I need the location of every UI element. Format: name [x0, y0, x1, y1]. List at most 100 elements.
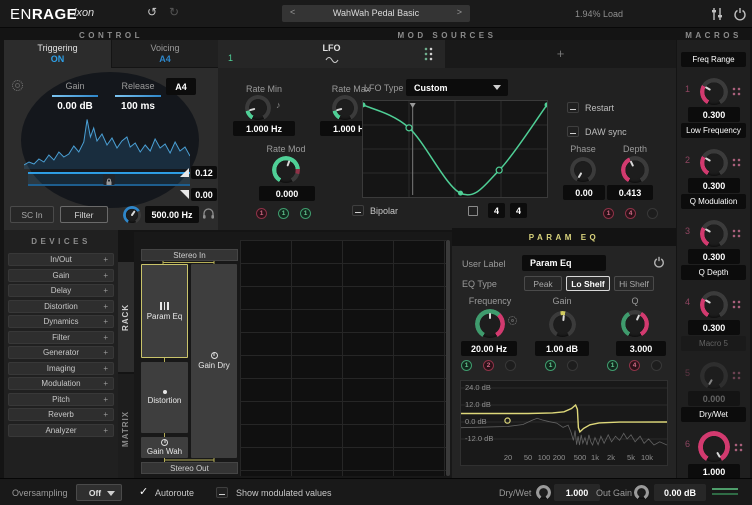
- q-knob[interactable]: [622, 311, 648, 337]
- device-category[interactable]: Pitch+: [8, 393, 114, 406]
- rate-mod-value[interactable]: 0.000: [259, 186, 315, 201]
- user-label-field[interactable]: Param Eq: [522, 255, 606, 271]
- stereo-out-node[interactable]: Stereo Out: [141, 462, 238, 474]
- threshold-marker-high[interactable]: [180, 168, 189, 177]
- frequency-value[interactable]: 20.00 Hz: [461, 341, 517, 356]
- rate-max-knob[interactable]: [333, 96, 357, 120]
- macro-value[interactable]: 0.300: [688, 107, 740, 122]
- device-category[interactable]: Dynamics+: [8, 315, 114, 328]
- macro-knob[interactable]: [701, 292, 727, 318]
- lfo-point[interactable]: [406, 125, 412, 131]
- mod-slot-empty[interactable]: [505, 360, 516, 371]
- filter-freq-value[interactable]: 500.00 Hz: [145, 206, 199, 223]
- q-value[interactable]: 3.000: [616, 341, 666, 356]
- outgain-value[interactable]: 0.00 dB: [654, 484, 706, 501]
- settings-sliders-icon[interactable]: [710, 7, 724, 21]
- lfo-point[interactable]: [458, 191, 463, 196]
- device-category[interactable]: Imaging+: [8, 362, 114, 375]
- macro-value[interactable]: 0.000: [688, 391, 740, 406]
- mod-slot[interactable]: 1: [278, 208, 289, 219]
- macro-knob[interactable]: [701, 363, 727, 389]
- macro-value[interactable]: 1.000: [688, 464, 740, 479]
- depth-knob[interactable]: [622, 157, 648, 183]
- drywet-mini-knob[interactable]: [537, 486, 550, 499]
- macro-label[interactable]: Low Frequency: [681, 123, 746, 138]
- device-category[interactable]: In/Out+: [8, 253, 114, 266]
- grid-x-value[interactable]: 4: [488, 203, 505, 218]
- tab-triggering[interactable]: Triggering ON: [4, 40, 111, 68]
- redo-icon[interactable]: ↻: [169, 5, 179, 19]
- eq-gain-value[interactable]: 1.00 dB: [535, 341, 589, 356]
- device-power-icon[interactable]: [653, 256, 665, 268]
- mod-slot[interactable]: 1: [300, 208, 311, 219]
- macro-value[interactable]: 0.300: [688, 320, 740, 335]
- gain-value[interactable]: 0.00 dB: [45, 101, 105, 112]
- macro-label[interactable]: Dry/Wet: [681, 407, 746, 422]
- eq-type-hi-shelf[interactable]: Hi Shelf: [614, 276, 654, 291]
- macro-label[interactable]: Macro 5: [681, 336, 746, 351]
- drywet-value[interactable]: 1.000: [554, 484, 600, 501]
- stereo-in-node[interactable]: Stereo In: [141, 249, 238, 261]
- mod-slot[interactable]: 4: [625, 208, 636, 219]
- lfo-point[interactable]: [363, 102, 366, 107]
- threshold-low-value[interactable]: 0.00: [191, 188, 217, 201]
- eq-response-chart[interactable]: 24.0 dB 12.0 dB 0.0 dB -12.0 dB 20501002…: [460, 380, 668, 466]
- preset-name[interactable]: WahWah Pedal Basic: [282, 8, 470, 18]
- distortion-node[interactable]: Distortion: [141, 362, 188, 433]
- freq-mod-icon[interactable]: [508, 316, 517, 325]
- rate-min-note-icon[interactable]: ♪: [276, 100, 281, 110]
- gain-slider[interactable]: [52, 95, 98, 97]
- undo-icon[interactable]: ↺: [147, 5, 157, 19]
- release-slider[interactable]: [115, 95, 161, 97]
- macro-label[interactable]: Q Depth: [681, 265, 746, 280]
- eq-type-lo-shelf[interactable]: Lo Shelf: [566, 276, 610, 291]
- mod-slot[interactable]: 4: [629, 360, 640, 371]
- device-category[interactable]: Gain+: [8, 269, 114, 282]
- macro-label[interactable]: Freq Range: [681, 52, 746, 67]
- grid-y-value[interactable]: 4: [510, 203, 527, 218]
- macro-assign-icon[interactable]: [732, 158, 741, 167]
- mod-slot-empty[interactable]: [567, 360, 578, 371]
- device-category[interactable]: Modulation+: [8, 377, 114, 390]
- macro-assign-icon[interactable]: [732, 229, 741, 238]
- phase-knob[interactable]: [571, 158, 595, 182]
- rate-min-value[interactable]: 1.000 Hz: [233, 121, 295, 136]
- tab-matrix[interactable]: MATRIX: [118, 374, 134, 484]
- mod-slot[interactable]: 1: [545, 360, 556, 371]
- macro-knob[interactable]: [699, 432, 729, 462]
- lfo-shape-editor[interactable]: [362, 100, 548, 198]
- lfo-type-dropdown[interactable]: Custom: [406, 79, 508, 96]
- frequency-knob[interactable]: [476, 310, 504, 338]
- param-eq-node[interactable]: Param Eq: [141, 264, 188, 358]
- phase-value[interactable]: 0.00: [563, 185, 605, 200]
- macro-knob[interactable]: [701, 221, 727, 247]
- show-modulated-checkbox[interactable]: [216, 487, 228, 498]
- macro-knob[interactable]: [701, 150, 727, 176]
- device-category[interactable]: Filter+: [8, 331, 114, 344]
- threshold-high-value[interactable]: 0.12: [191, 166, 217, 179]
- device-category[interactable]: Analyzer+: [8, 424, 114, 437]
- device-category[interactable]: Reverb+: [8, 408, 114, 421]
- gain-dry-node[interactable]: Gain Dry: [191, 264, 237, 458]
- macro-knob[interactable]: [701, 79, 727, 105]
- tab-rack[interactable]: RACK: [118, 262, 134, 372]
- preset-next-arrow[interactable]: >: [457, 7, 462, 17]
- mod-slot-empty[interactable]: [647, 208, 658, 219]
- autoroute-check-icon[interactable]: ✓: [139, 485, 148, 498]
- restart-checkbox[interactable]: [567, 102, 579, 113]
- threshold-marker-low[interactable]: [180, 190, 189, 199]
- macro-value[interactable]: 0.300: [688, 178, 740, 193]
- eq-gain-knob[interactable]: [550, 312, 575, 337]
- device-category[interactable]: Generator+: [8, 346, 114, 359]
- oversampling-dropdown[interactable]: Off: [76, 484, 122, 501]
- macro-label[interactable]: Q Modulation: [681, 194, 746, 209]
- macro-assign-icon[interactable]: [732, 300, 741, 309]
- macro-assign-icon[interactable]: [734, 443, 743, 452]
- preset-selector[interactable]: < WahWah Pedal Basic >: [282, 5, 470, 22]
- lfo-tab[interactable]: 1 LFO: [218, 40, 445, 68]
- macro-assign-icon[interactable]: [732, 371, 741, 380]
- mod-slot[interactable]: 1: [256, 208, 267, 219]
- bipolar-checkbox[interactable]: [352, 205, 364, 216]
- rate-mod-knob[interactable]: [273, 157, 299, 183]
- device-category[interactable]: Delay+: [8, 284, 114, 297]
